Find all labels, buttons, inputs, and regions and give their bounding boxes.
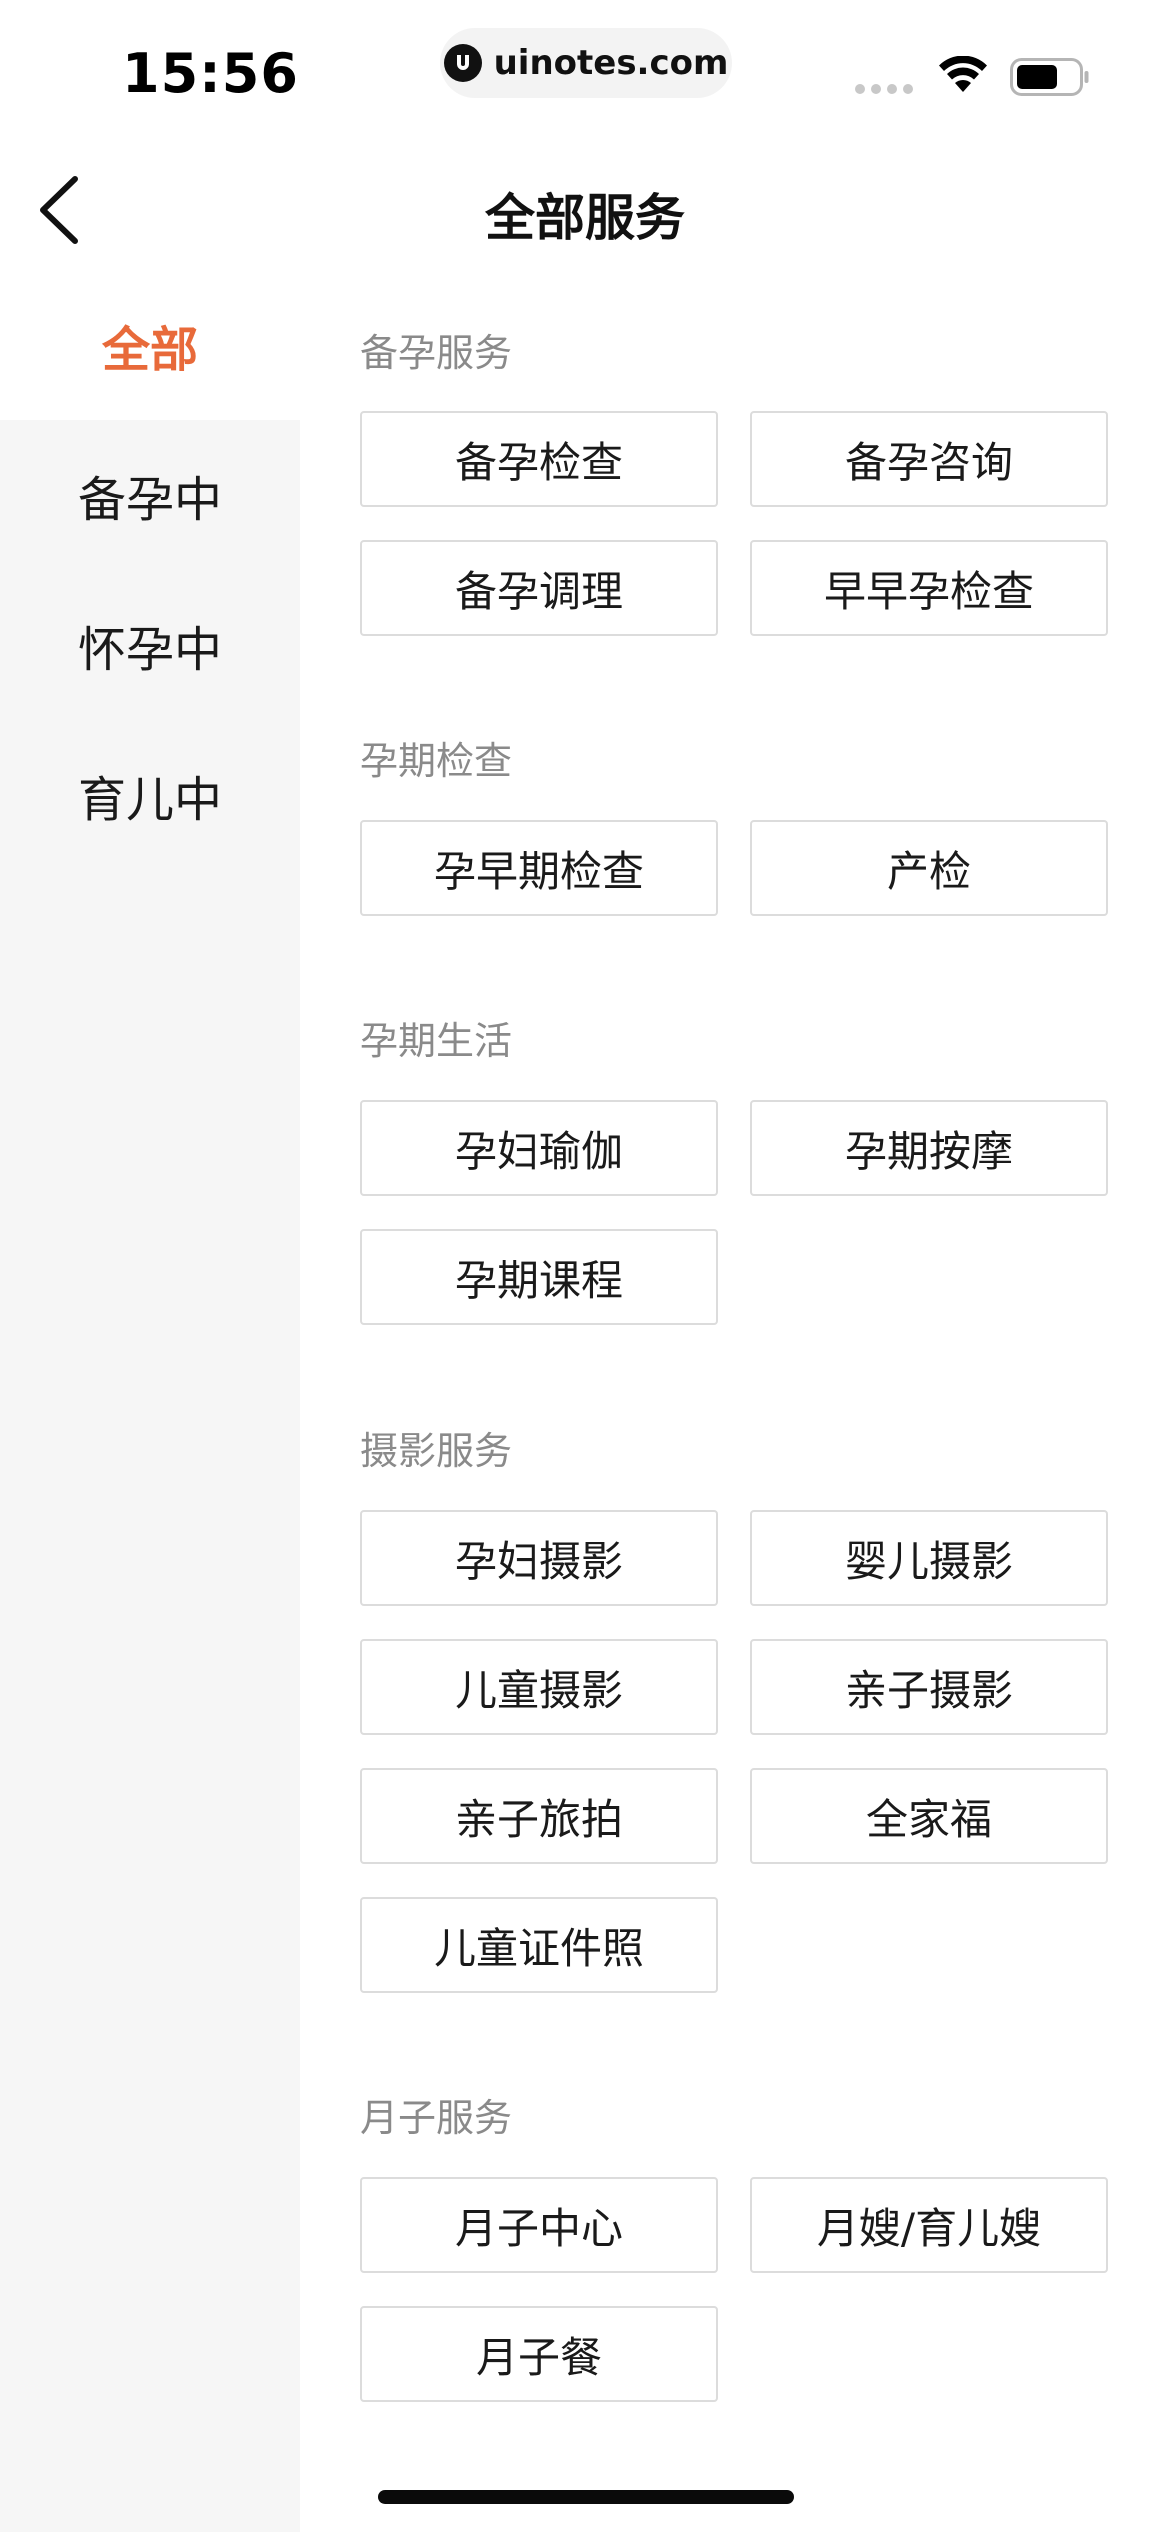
sidebar-item-label: 怀孕中 xyxy=(77,622,222,678)
sidebar-item-parenting[interactable]: 育儿中 xyxy=(0,720,300,870)
service-button[interactable]: 全家福 xyxy=(750,1768,1108,1864)
wifi-icon xyxy=(938,55,988,98)
section-title: 孕期检查 xyxy=(360,739,513,783)
service-button[interactable]: 产检 xyxy=(750,820,1108,916)
service-button[interactable]: 亲子摄影 xyxy=(750,1639,1108,1735)
service-button[interactable]: 备孕检查 xyxy=(360,411,718,507)
section-title: 摄影服务 xyxy=(360,1429,513,1473)
url-text: uinotes.com xyxy=(493,43,729,83)
sidebar-item-label: 育儿中 xyxy=(77,772,222,828)
status-bar: 15:56 uinotes.com xyxy=(0,0,1170,150)
status-time: 15:56 xyxy=(122,42,299,105)
sidebar-item-preparing[interactable]: 备孕中 xyxy=(0,420,300,570)
service-button[interactable]: 早早孕检查 xyxy=(750,540,1108,636)
service-button[interactable]: 备孕调理 xyxy=(360,540,718,636)
section-title: 备孕服务 xyxy=(360,331,513,375)
url-pill[interactable]: uinotes.com xyxy=(440,28,732,98)
service-button[interactable]: 孕期按摩 xyxy=(750,1100,1108,1196)
service-button[interactable]: 婴儿摄影 xyxy=(750,1510,1108,1606)
service-button[interactable]: 儿童证件照 xyxy=(360,1897,718,1993)
service-button[interactable]: 月子餐 xyxy=(360,2306,718,2402)
home-indicator xyxy=(378,2490,794,2504)
service-button[interactable]: 孕妇摄影 xyxy=(360,1510,718,1606)
site-logo-icon xyxy=(443,44,482,82)
sidebar-item-label: 备孕中 xyxy=(77,472,222,528)
sidebar-item-label: 全部 xyxy=(101,322,198,378)
battery-icon xyxy=(1010,58,1090,100)
section-title: 月子服务 xyxy=(360,2096,513,2140)
service-button[interactable]: 备孕咨询 xyxy=(750,411,1108,507)
service-button[interactable]: 孕期课程 xyxy=(360,1229,718,1325)
section-title: 孕期生活 xyxy=(360,1019,513,1063)
service-button[interactable]: 月子中心 xyxy=(360,2177,718,2273)
nav-bar: 全部服务 xyxy=(0,150,1170,270)
sidebar-item-pregnant[interactable]: 怀孕中 xyxy=(0,570,300,720)
service-button[interactable]: 亲子旅拍 xyxy=(360,1768,718,1864)
service-button[interactable]: 月嫂/育儿嫂 xyxy=(750,2177,1108,2273)
page-title: 全部服务 xyxy=(485,189,685,247)
category-sidebar: 全部 备孕中 怀孕中 育儿中 xyxy=(0,270,300,2532)
service-button[interactable]: 孕早期检查 xyxy=(360,820,718,916)
service-button[interactable]: 孕妇瑜伽 xyxy=(360,1100,718,1196)
cellular-signal-icon xyxy=(855,84,913,94)
service-button[interactable]: 儿童摄影 xyxy=(360,1639,718,1735)
sidebar-item-all[interactable]: 全部 xyxy=(0,270,300,420)
